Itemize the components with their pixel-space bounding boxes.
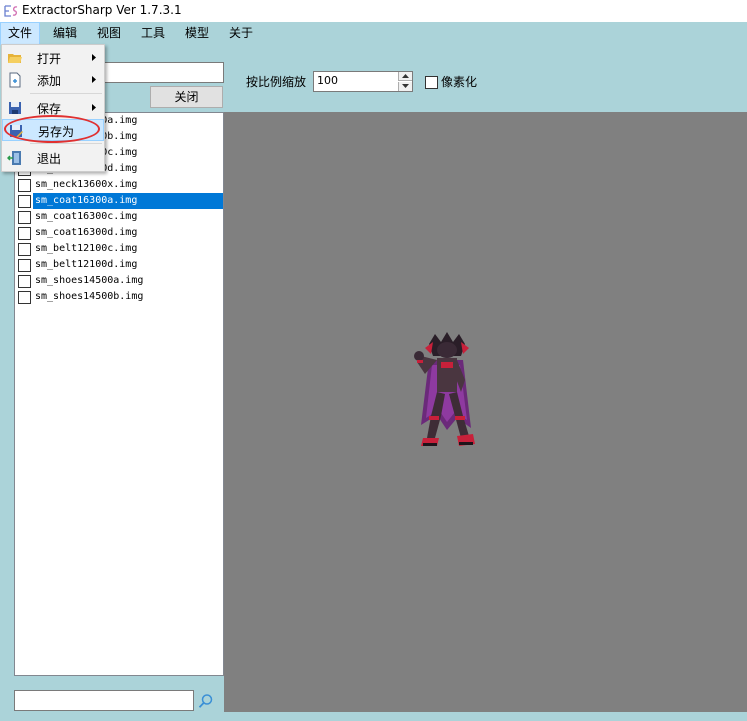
file-checkbox[interactable] xyxy=(18,179,31,192)
menu-item-label: 添加 xyxy=(37,74,62,88)
file-dropdown-menu: 打开 添加 保存 另存为 退出 xyxy=(1,44,105,172)
file-list[interactable]: sm_neck13600a.img sm_neck13600b.img sm_n… xyxy=(14,112,224,676)
zoom-value[interactable]: 100 xyxy=(317,74,338,87)
file-list-item[interactable]: sm_belt12100c.img xyxy=(17,241,223,257)
file-name: sm_neck13600x.img xyxy=(35,179,138,190)
menu-about[interactable]: 关于 xyxy=(221,22,261,45)
window-title: ExtractorSharp Ver 1.7.3.1 xyxy=(22,3,182,17)
file-list-item[interactable]: sm_shoes14500b.img xyxy=(17,289,223,305)
menu-item-save-as[interactable]: 另存为 xyxy=(2,119,104,141)
zoom-spinner[interactable]: 100 xyxy=(313,71,413,92)
zoom-decrease-button[interactable] xyxy=(398,82,412,91)
submenu-arrow-icon xyxy=(92,76,96,83)
app-logo-icon xyxy=(4,5,18,17)
menu-view[interactable]: 视图 xyxy=(89,22,129,45)
file-checkbox[interactable] xyxy=(18,275,31,288)
file-name: sm_coat16300c.img xyxy=(35,211,138,222)
spin-down-icon xyxy=(402,84,409,88)
file-list-item[interactable]: sm_coat16300c.img xyxy=(17,209,223,225)
file-checkbox[interactable] xyxy=(18,227,31,240)
menu-item-save[interactable]: 保存 xyxy=(2,97,104,119)
filter-input[interactable] xyxy=(104,62,224,83)
menu-item-label: 保存 xyxy=(37,102,62,116)
exit-icon xyxy=(7,151,21,165)
menu-model[interactable]: 模型 xyxy=(177,22,217,45)
open-folder-icon xyxy=(8,54,22,63)
menu-item-add[interactable]: 添加 xyxy=(2,69,104,91)
file-name: sm_coat16300d.img xyxy=(35,227,138,238)
close-button[interactable]: 关闭 xyxy=(150,86,223,108)
save-as-icon xyxy=(10,125,23,138)
search-icon[interactable] xyxy=(198,693,214,709)
file-name: sm_shoes14500b.img xyxy=(35,291,144,302)
spin-up-icon xyxy=(402,74,409,78)
file-list-item[interactable]: sm_belt12100d.img xyxy=(17,257,223,273)
preview-canvas[interactable] xyxy=(224,112,747,712)
menu-file[interactable]: 文件 xyxy=(0,22,41,45)
menu-item-exit[interactable]: 退出 xyxy=(2,147,104,169)
menu-item-label: 打开 xyxy=(37,52,62,66)
file-name: sm_shoes14500a.img xyxy=(35,275,144,286)
menu-bar: 文件 编辑 视图 工具 模型 关于 xyxy=(0,22,747,45)
file-checkbox[interactable] xyxy=(18,243,31,256)
submenu-arrow-icon xyxy=(92,54,96,61)
zoom-increase-button[interactable] xyxy=(398,72,412,81)
submenu-arrow-icon xyxy=(92,104,96,111)
file-list-item[interactable]: sm_shoes14500a.img xyxy=(17,273,223,289)
add-file-icon xyxy=(9,72,21,88)
menu-separator xyxy=(30,143,102,144)
file-checkbox[interactable] xyxy=(18,211,31,224)
file-list-item[interactable]: sm_coat16300d.img xyxy=(17,225,223,241)
file-name: sm_belt12100d.img xyxy=(35,259,138,270)
menu-tools[interactable]: 工具 xyxy=(133,22,173,45)
file-name: sm_belt12100c.img xyxy=(35,243,138,254)
menu-item-label: 退出 xyxy=(37,152,62,166)
file-list-item[interactable]: sm_neck13600x.img xyxy=(17,177,223,193)
character-sprite-image xyxy=(414,332,475,446)
title-bar: ExtractorSharp Ver 1.7.3.1 xyxy=(0,0,747,22)
menu-item-open[interactable]: 打开 xyxy=(2,47,104,69)
file-checkbox[interactable] xyxy=(18,291,31,304)
search-input[interactable] xyxy=(14,690,194,711)
file-checkbox[interactable] xyxy=(18,259,31,272)
pixelate-checkbox[interactable] xyxy=(425,76,438,89)
menu-separator xyxy=(30,93,102,94)
save-disk-icon xyxy=(9,102,21,114)
menu-edit[interactable]: 编辑 xyxy=(45,22,85,45)
file-name: sm_coat16300a.img xyxy=(33,193,223,209)
zoom-label: 按比例缩放 xyxy=(246,75,307,89)
menu-item-label: 另存为 xyxy=(38,125,75,139)
file-checkbox[interactable] xyxy=(18,195,31,208)
file-list-item-selected[interactable]: sm_coat16300a.img xyxy=(17,193,223,209)
pixelate-label: 像素化 xyxy=(441,75,478,89)
